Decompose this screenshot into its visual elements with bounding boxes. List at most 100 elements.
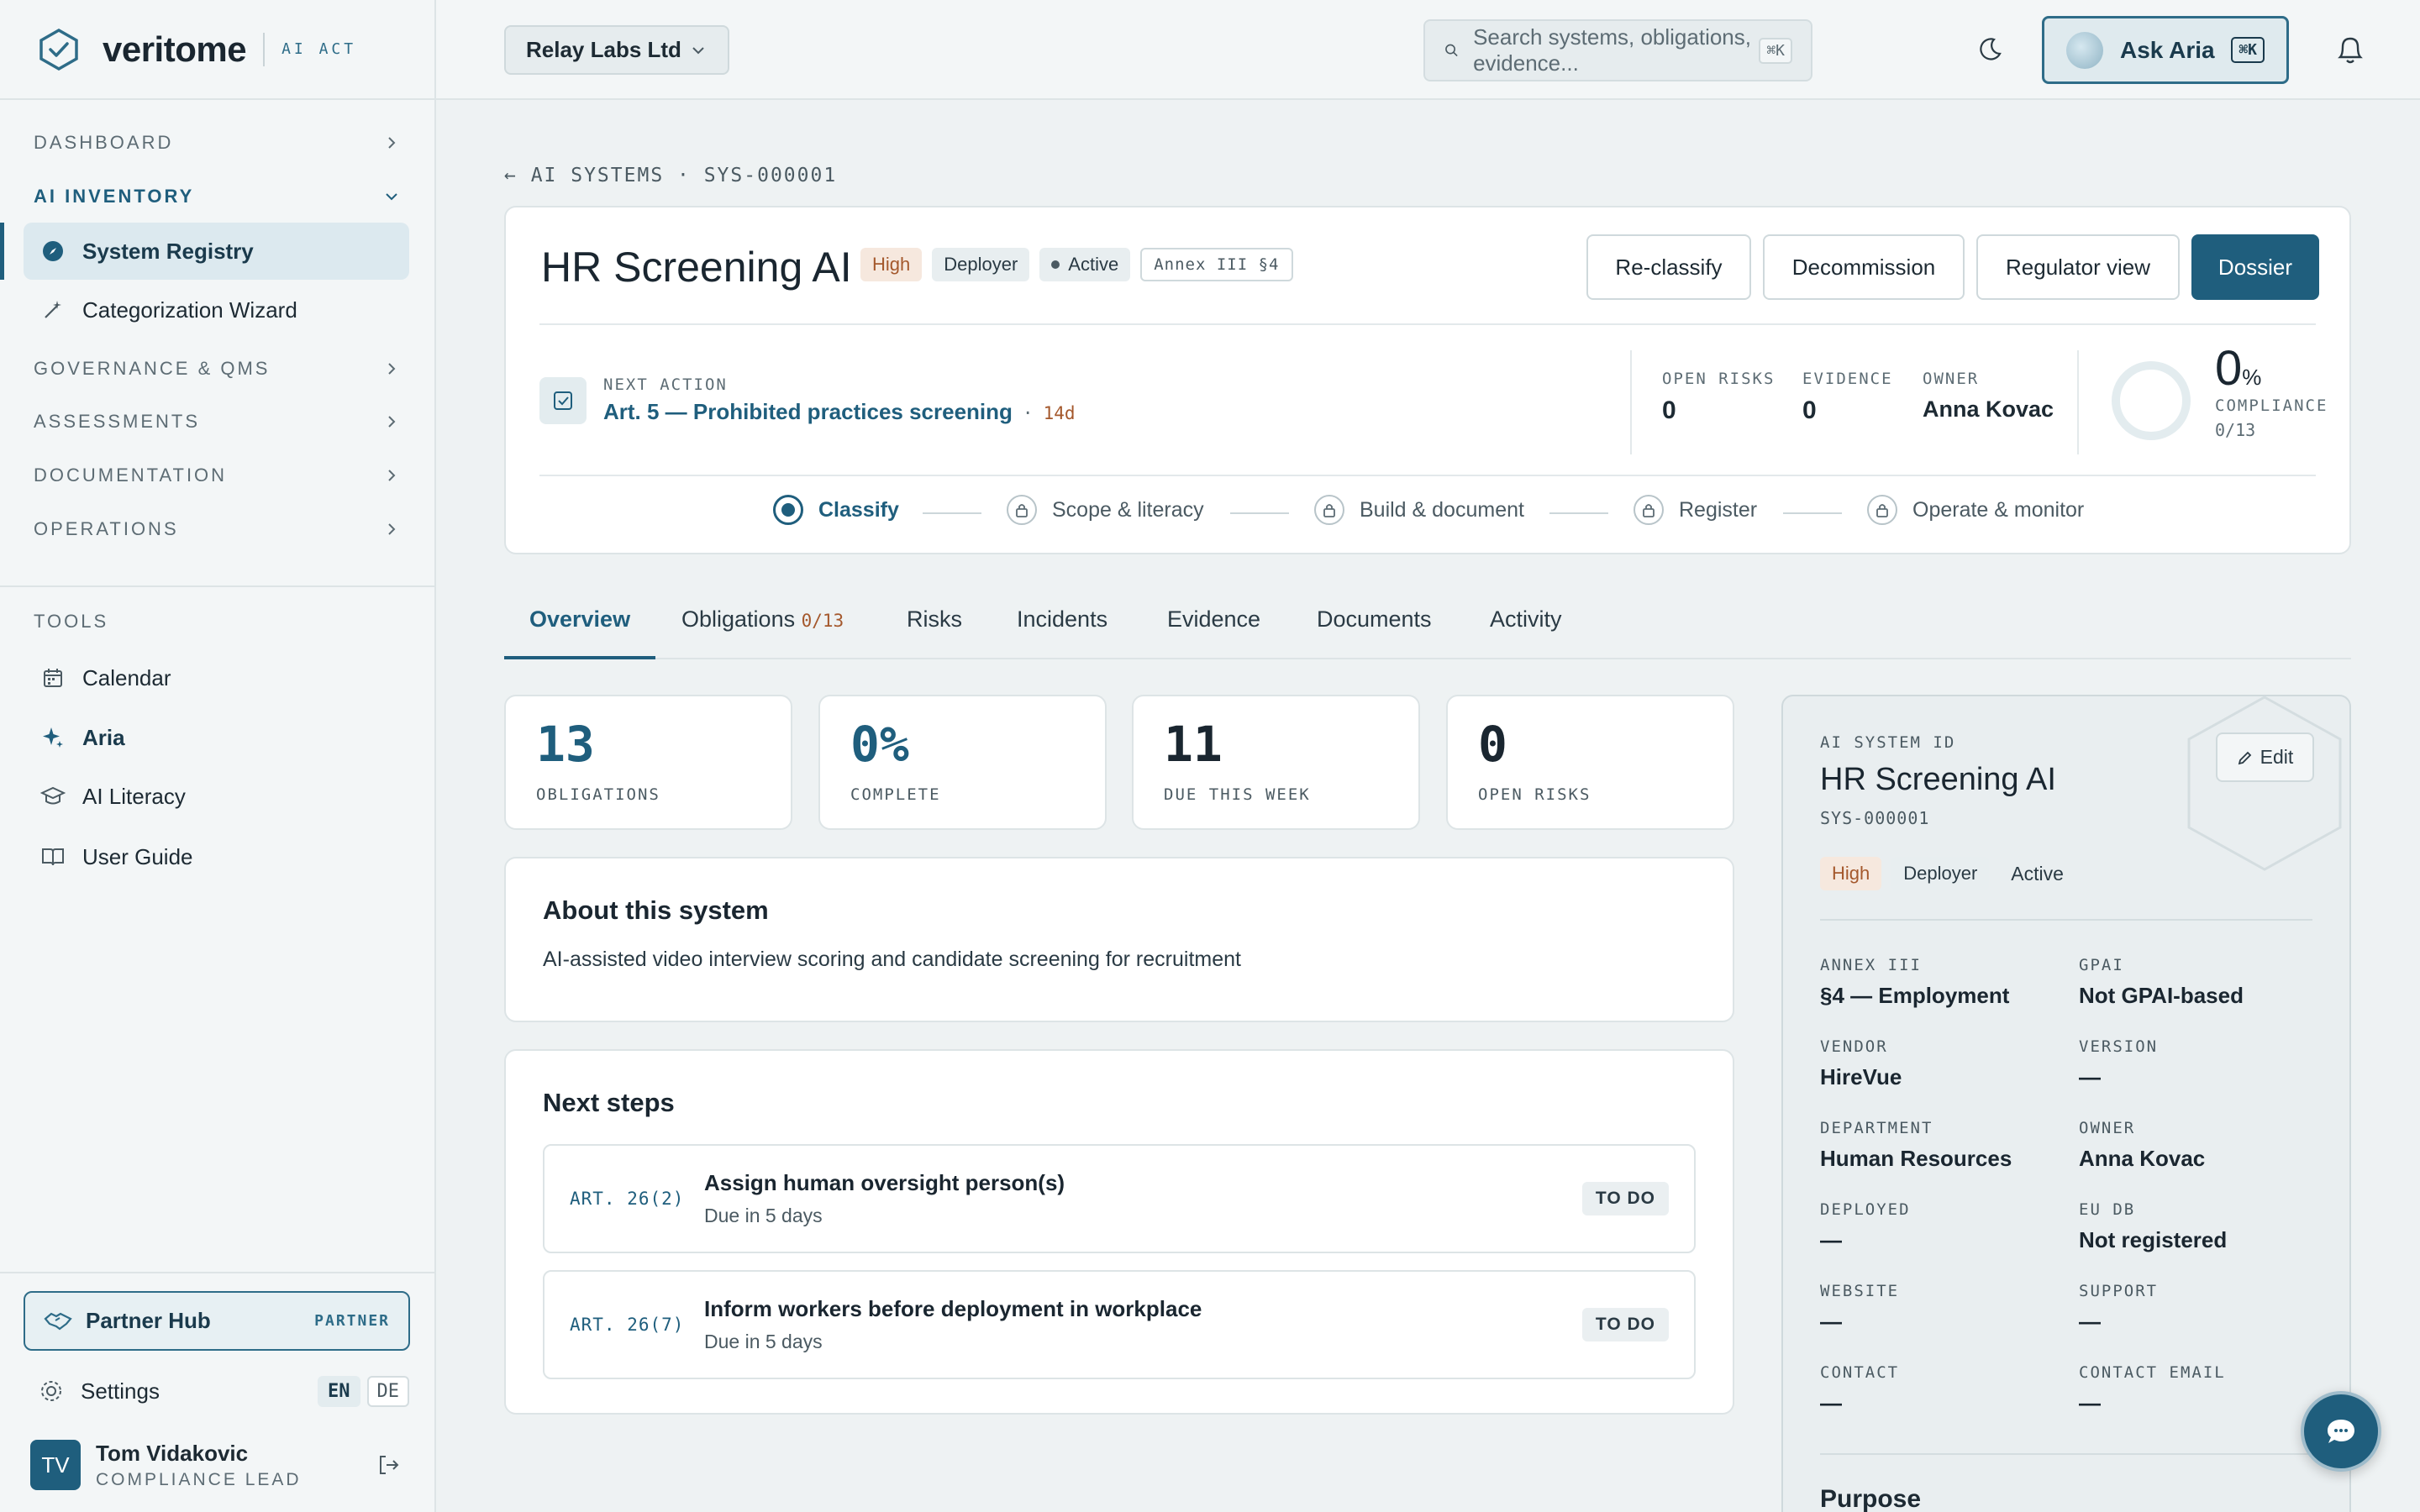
- task-title: Assign human oversight person(s): [704, 1170, 1065, 1195]
- sidebar-item-label: System Registry: [82, 238, 254, 264]
- chevron-right-icon: [388, 137, 396, 149]
- task-title: Inform workers before deployment in work…: [704, 1296, 1202, 1321]
- kpi-complete: 0% COMPLETE: [818, 695, 1107, 830]
- chat-fab-button[interactable]: [2301, 1391, 2381, 1472]
- step-classify[interactable]: Classify: [773, 495, 899, 525]
- ask-aria-button[interactable]: Ask Aria ⌘K: [2042, 16, 2289, 84]
- divider: [1820, 1453, 2312, 1455]
- organization-selector[interactable]: Relay Labs Ltd: [504, 25, 729, 75]
- tab-documents[interactable]: Documents: [1317, 606, 1432, 659]
- system-header-card: HR Screening AI High Deployer Active Ann…: [504, 206, 2351, 554]
- sidebar-item-system-registry[interactable]: System Registry: [24, 223, 409, 280]
- field-key: CONTACT EMAIL: [2079, 1363, 2226, 1382]
- search-input[interactable]: Search systems, obligations, evidence...…: [1423, 19, 1812, 81]
- field-value: Not GPAI-based: [2079, 983, 2244, 1008]
- compliance-ring: [2112, 361, 2191, 440]
- nav-section-dashboard[interactable]: DASHBOARD: [34, 126, 401, 160]
- compliance-value: 0: [2215, 341, 2243, 396]
- regulator-view-button[interactable]: Regulator view: [1976, 234, 2180, 300]
- next-action[interactable]: NEXT ACTION Art. 5 — Prohibited practice…: [539, 375, 1076, 425]
- step-register[interactable]: Register: [1634, 495, 1757, 525]
- logout-icon[interactable]: [376, 1452, 401, 1478]
- chat-bubble-icon: [2328, 1420, 2354, 1443]
- step-label: Build & document: [1360, 497, 1524, 522]
- chevron-right-icon: [388, 523, 396, 535]
- lang-de-button[interactable]: DE: [366, 1375, 409, 1407]
- status-label: Active: [2011, 862, 2064, 885]
- user-profile[interactable]: TV Tom Vidakovic COMPLIANCE LEAD: [30, 1438, 401, 1492]
- nav-section-operations[interactable]: OPERATIONS: [34, 512, 401, 546]
- step-label: Operate & monitor: [1912, 497, 2085, 522]
- handshake-icon: [44, 1312, 72, 1330]
- brand-divider: [263, 32, 266, 66]
- kpi-due-this-week: 11 DUE THIS WEEK: [1132, 695, 1420, 830]
- tab-obligations[interactable]: Obligations 0/13: [681, 606, 844, 659]
- lang-en-button[interactable]: EN: [318, 1375, 360, 1407]
- breadcrumb[interactable]: ← AI SYSTEMS · SYS-000001: [504, 165, 837, 186]
- step-scope-literacy[interactable]: Scope & literacy: [1007, 495, 1204, 525]
- step-connector: [1230, 512, 1289, 514]
- decommission-button[interactable]: Decommission: [1763, 234, 1965, 300]
- next-action-link[interactable]: Art. 5 — Prohibited practices screening: [603, 399, 1013, 424]
- sidebar-item-categorization-wizard[interactable]: Categorization Wizard: [24, 281, 409, 339]
- step-connector: [1783, 512, 1842, 514]
- sidebar-item-ai-literacy[interactable]: AI Literacy: [24, 768, 409, 825]
- dossier-button[interactable]: Dossier: [2191, 234, 2319, 300]
- next-action-label: NEXT ACTION: [603, 375, 728, 394]
- stat-value: 0: [1802, 396, 1817, 424]
- tab-activity[interactable]: Activity: [1490, 606, 1562, 659]
- brand[interactable]: veritome AI ACT: [0, 0, 434, 100]
- tab-risks[interactable]: Risks: [907, 606, 962, 659]
- step-operate-monitor[interactable]: Operate & monitor: [1867, 495, 2084, 525]
- compliance-label: COMPLIANCE: [2215, 396, 2328, 415]
- sidebar-item-label: Categorization Wizard: [82, 297, 297, 323]
- step-build-document[interactable]: Build & document: [1314, 495, 1524, 525]
- sidebar-item-user-guide[interactable]: User Guide: [24, 828, 409, 885]
- tab-evidence[interactable]: Evidence: [1167, 606, 1260, 659]
- task-row[interactable]: ART. 26(2) Assign human oversight person…: [543, 1144, 1696, 1253]
- nav-section-label: OPERATIONS: [34, 518, 179, 539]
- settings-link[interactable]: Settings: [81, 1378, 160, 1404]
- field-value: —: [1820, 1309, 1842, 1334]
- sidebar-item-calendar[interactable]: Calendar: [24, 649, 409, 706]
- tab-label: Obligations: [681, 606, 796, 632]
- task-article: ART. 26(2): [570, 1189, 685, 1209]
- gear-icon[interactable]: [39, 1378, 64, 1404]
- field-key: VERSION: [2079, 1037, 2159, 1056]
- bell-icon[interactable]: [2333, 32, 2367, 67]
- nav-section-documentation[interactable]: DOCUMENTATION: [34, 459, 401, 492]
- kpi-label: OPEN RISKS: [1478, 785, 1591, 804]
- lock-icon: [1007, 495, 1037, 525]
- reclassify-button[interactable]: Re-classify: [1586, 234, 1751, 300]
- lock-icon: [1314, 495, 1344, 525]
- topbar: Relay Labs Ltd Search systems, obligatio…: [436, 0, 2420, 100]
- divider: [0, 585, 436, 587]
- partner-hub-button[interactable]: Partner Hub PARTNER: [24, 1291, 410, 1351]
- sidebar: veritome AI ACT DASHBOARD AI INVENTORY S…: [0, 0, 436, 1512]
- moon-icon[interactable]: [1975, 35, 2004, 64]
- risk-badge: High: [860, 248, 923, 281]
- book-icon: [40, 844, 66, 869]
- stat-label: OWNER: [1923, 370, 1980, 388]
- nav-section-assessments[interactable]: ASSESSMENTS: [34, 405, 401, 438]
- ask-aria-shortcut: ⌘K: [2231, 37, 2265, 63]
- annex-badge: Annex III §4: [1140, 248, 1293, 281]
- nav-section-ai-inventory[interactable]: AI INVENTORY: [34, 180, 401, 213]
- partner-hub-label: Partner Hub: [86, 1308, 211, 1333]
- kpi-value: 0: [1478, 716, 1507, 773]
- kpi-value: 11: [1164, 716, 1223, 773]
- owner-stat: OWNER Anna Kovac: [1923, 370, 2054, 423]
- kpi-open-risks: 0 OPEN RISKS: [1446, 695, 1734, 830]
- nav-section-governance[interactable]: GOVERNANCE & QMS: [34, 352, 401, 386]
- task-row[interactable]: ART. 26(7) Inform workers before deploym…: [543, 1270, 1696, 1379]
- sidebar-item-label: Calendar: [82, 664, 171, 690]
- tab-overview[interactable]: Overview: [504, 606, 656, 659]
- nav-section-label: DOCUMENTATION: [34, 465, 228, 486]
- sidebar-item-aria[interactable]: Aria: [24, 709, 409, 766]
- page-title: HR Screening AI: [541, 244, 852, 291]
- tab-incidents[interactable]: Incidents: [1017, 606, 1107, 659]
- brand-tag: AI ACT: [281, 40, 357, 58]
- nav-section-label: ASSESSMENTS: [34, 411, 201, 432]
- edit-button[interactable]: Edit: [2216, 732, 2314, 782]
- stat-label: EVIDENCE: [1802, 370, 1893, 388]
